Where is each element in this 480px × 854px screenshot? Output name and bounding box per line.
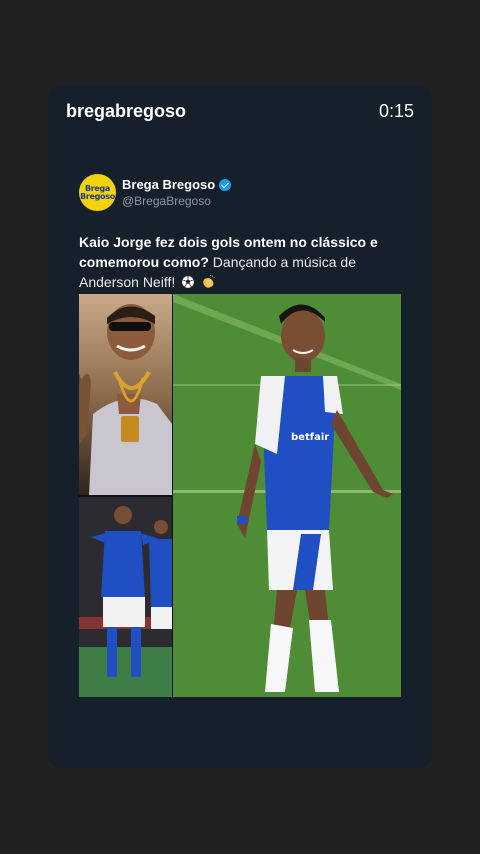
player-illustration: betfair [173, 294, 401, 697]
avatar-logo-bottom: Bregoso [80, 191, 115, 201]
singer-illustration [79, 294, 172, 495]
tweet-text: Kaio Jorge fez dois gols ontem no clássi… [79, 232, 379, 292]
story-card[interactable]: bregabregoso 0:15 Brega Bregoso Brega Br… [48, 86, 432, 768]
display-name[interactable]: Brega Bregoso [122, 177, 215, 192]
avatar[interactable]: Brega Bregoso [79, 174, 116, 211]
story-username[interactable]: bregabregoso [66, 101, 186, 122]
team-illustration [79, 497, 172, 697]
media-photo-player[interactable]: betfair [173, 294, 401, 697]
verified-badge-icon [219, 178, 232, 191]
tweet-media-collage[interactable]: betfair [79, 294, 401, 697]
story-timer: 0:15 [378, 100, 414, 121]
display-name-row: Brega Bregoso [122, 177, 232, 192]
svg-text:betfair: betfair [291, 432, 329, 443]
handle[interactable]: @BregaBregoso [122, 194, 231, 208]
author-names: Brega Bregoso @BregaBregoso [122, 177, 232, 208]
soccer-ball-icon [181, 275, 195, 289]
media-photo-singer[interactable] [79, 294, 172, 495]
story-header: bregabregoso 0:15 [66, 98, 414, 124]
tweet-author[interactable]: Brega Bregoso Brega Bregoso @BregaBregos… [79, 174, 232, 211]
media-photo-team[interactable] [79, 497, 172, 697]
clapping-hands-icon [203, 275, 215, 288]
